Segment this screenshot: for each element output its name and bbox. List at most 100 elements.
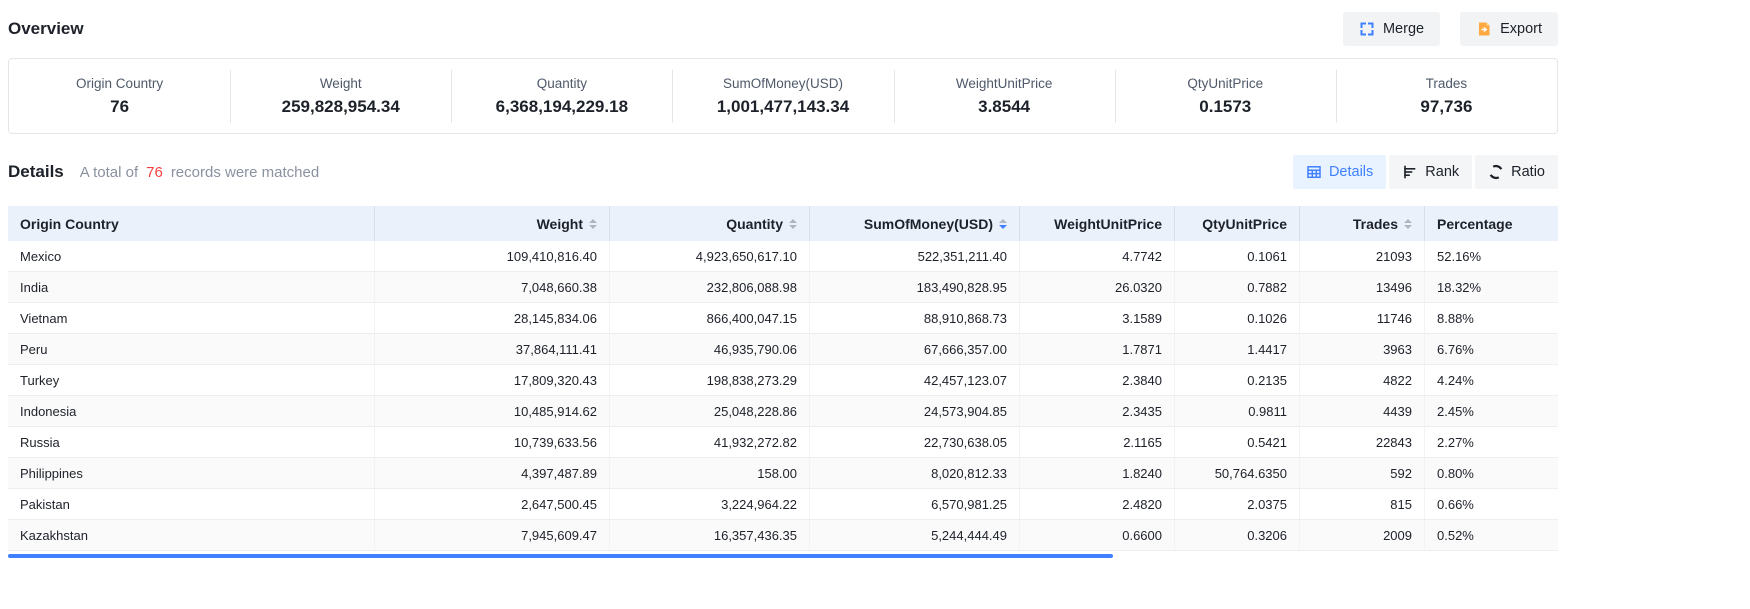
table-body: Mexico109,410,816.404,923,650,617.10522,… — [8, 241, 1558, 551]
cell-weight: 28,145,834.06 — [375, 303, 610, 333]
stat-label: Trades — [1336, 76, 1557, 91]
table-row: India7,048,660.38232,806,088.98183,490,8… — [8, 272, 1558, 303]
sort-desc-icon — [589, 225, 597, 229]
cell-quantity: 198,838,273.29 — [610, 365, 810, 395]
stat-label: QtyUnitPrice — [1115, 76, 1336, 91]
cell-origin-country: Philippines — [8, 458, 375, 488]
overview-summary-card: Origin Country76Weight259,828,954.34Quan… — [8, 58, 1558, 134]
cell-qtyunitprice: 0.2135 — [1175, 365, 1300, 395]
sort-carets[interactable] — [589, 219, 597, 229]
cell-qtyunitprice: 50,764.6350 — [1175, 458, 1300, 488]
column-label: SumOfMoney(USD) — [864, 216, 993, 232]
stat-value: 1,001,477,143.34 — [672, 97, 893, 117]
cell-weight: 10,485,914.62 — [375, 396, 610, 426]
overview-stat-origin-country: Origin Country76 — [9, 76, 230, 117]
table-row: Pakistan2,647,500.453,224,964.226,570,98… — [8, 489, 1558, 520]
view-switcher: Details Rank Ratio — [1293, 155, 1558, 189]
sort-asc-icon — [1404, 219, 1412, 223]
cell-percentage: 2.27% — [1425, 427, 1558, 457]
stat-value: 76 — [9, 97, 230, 117]
sort-carets[interactable] — [789, 219, 797, 229]
export-button[interactable]: Export — [1460, 12, 1558, 46]
tab-rank[interactable]: Rank — [1389, 155, 1472, 189]
table-icon — [1306, 164, 1322, 180]
sort-asc-icon — [999, 219, 1007, 223]
cell-qtyunitprice: 0.9811 — [1175, 396, 1300, 426]
cell-quantity: 3,224,964.22 — [610, 489, 810, 519]
stat-value: 259,828,954.34 — [230, 97, 451, 117]
cell-qtyunitprice: 0.3206 — [1175, 520, 1300, 550]
cell-weight: 37,864,111.41 — [375, 334, 610, 364]
column-label: WeightUnitPrice — [1054, 216, 1162, 232]
column-header-trades[interactable]: Trades — [1300, 206, 1425, 241]
stat-value: 6,368,194,229.18 — [451, 97, 672, 117]
cell-percentage: 0.52% — [1425, 520, 1558, 550]
table-row: Indonesia10,485,914.6225,048,228.8624,57… — [8, 396, 1558, 427]
stat-value: 97,736 — [1336, 97, 1557, 117]
cell-sumofmoney-usd: 8,020,812.33 — [810, 458, 1020, 488]
column-label: Percentage — [1437, 216, 1512, 232]
sort-asc-icon — [789, 219, 797, 223]
column-header-origin-country: Origin Country — [8, 206, 375, 241]
horizontal-scrollbar-thumb[interactable] — [8, 554, 1113, 558]
cell-weight: 109,410,816.40 — [375, 241, 610, 271]
table-row: Mexico109,410,816.404,923,650,617.10522,… — [8, 241, 1558, 272]
column-header-weight[interactable]: Weight — [375, 206, 610, 241]
table-row: Philippines4,397,487.89158.008,020,812.3… — [8, 458, 1558, 489]
tab-ratio-label: Ratio — [1511, 164, 1545, 180]
cell-sumofmoney-usd: 67,666,357.00 — [810, 334, 1020, 364]
cell-trades: 11746 — [1300, 303, 1425, 333]
cell-trades: 22843 — [1300, 427, 1425, 457]
sort-asc-icon — [589, 219, 597, 223]
column-header-quantity[interactable]: Quantity — [610, 206, 810, 241]
merge-button[interactable]: Merge — [1343, 12, 1440, 46]
cell-trades: 21093 — [1300, 241, 1425, 271]
column-label: Trades — [1353, 216, 1398, 232]
merge-icon — [1359, 21, 1375, 37]
details-bar: Details A total of 76 records were match… — [8, 152, 1558, 192]
tab-ratio[interactable]: Ratio — [1475, 155, 1558, 189]
overview-stat-sumofmoney-usd: SumOfMoney(USD) 1,001,477,143.34 — [672, 76, 893, 117]
cell-quantity: 25,048,228.86 — [610, 396, 810, 426]
cell-qtyunitprice: 0.1026 — [1175, 303, 1300, 333]
overview-stat-qtyunitprice: QtyUnitPrice0.1573 — [1115, 76, 1336, 117]
column-header-weightunitprice: WeightUnitPrice — [1020, 206, 1175, 241]
cell-quantity: 158.00 — [610, 458, 810, 488]
cell-quantity: 232,806,088.98 — [610, 272, 810, 302]
stat-label: SumOfMoney(USD) — [672, 76, 893, 91]
overview-stat-trades: Trades 97,736 — [1336, 76, 1557, 117]
cell-percentage: 0.80% — [1425, 458, 1558, 488]
cell-sumofmoney-usd: 42,457,123.07 — [810, 365, 1020, 395]
cell-percentage: 6.76% — [1425, 334, 1558, 364]
table-row: Kazakhstan7,945,609.4716,357,436.355,244… — [8, 520, 1558, 551]
tab-details[interactable]: Details — [1293, 155, 1386, 189]
cell-sumofmoney-usd: 5,244,444.49 — [810, 520, 1020, 550]
cell-weightunitprice: 1.7871 — [1020, 334, 1175, 364]
cell-quantity: 866,400,047.15 — [610, 303, 810, 333]
cell-quantity: 4,923,650,617.10 — [610, 241, 810, 271]
cell-trades: 13496 — [1300, 272, 1425, 302]
tab-rank-label: Rank — [1425, 164, 1459, 180]
cell-sumofmoney-usd: 88,910,868.73 — [810, 303, 1020, 333]
cell-origin-country: Turkey — [8, 365, 375, 395]
sort-desc-icon — [789, 225, 797, 229]
column-label: Quantity — [726, 216, 783, 232]
sort-carets[interactable] — [999, 219, 1007, 229]
cell-quantity: 46,935,790.06 — [610, 334, 810, 364]
cell-weightunitprice: 1.8240 — [1020, 458, 1175, 488]
cell-weight: 7,945,609.47 — [375, 520, 610, 550]
column-header-percentage: Percentage — [1425, 206, 1558, 241]
column-label: Weight — [537, 216, 583, 232]
cell-quantity: 16,357,436.35 — [610, 520, 810, 550]
column-label: QtyUnitPrice — [1202, 216, 1287, 232]
column-header-sumofmoney-usd[interactable]: SumOfMoney(USD) — [810, 206, 1020, 241]
cell-percentage: 2.45% — [1425, 396, 1558, 426]
cell-origin-country: Mexico — [8, 241, 375, 271]
cell-trades: 3963 — [1300, 334, 1425, 364]
cell-origin-country: India — [8, 272, 375, 302]
table-row: Turkey17,809,320.43198,838,273.2942,457,… — [8, 365, 1558, 396]
cell-qtyunitprice: 0.5421 — [1175, 427, 1300, 457]
page-title: Overview — [8, 19, 84, 39]
sort-carets[interactable] — [1404, 219, 1412, 229]
cell-percentage: 8.88% — [1425, 303, 1558, 333]
